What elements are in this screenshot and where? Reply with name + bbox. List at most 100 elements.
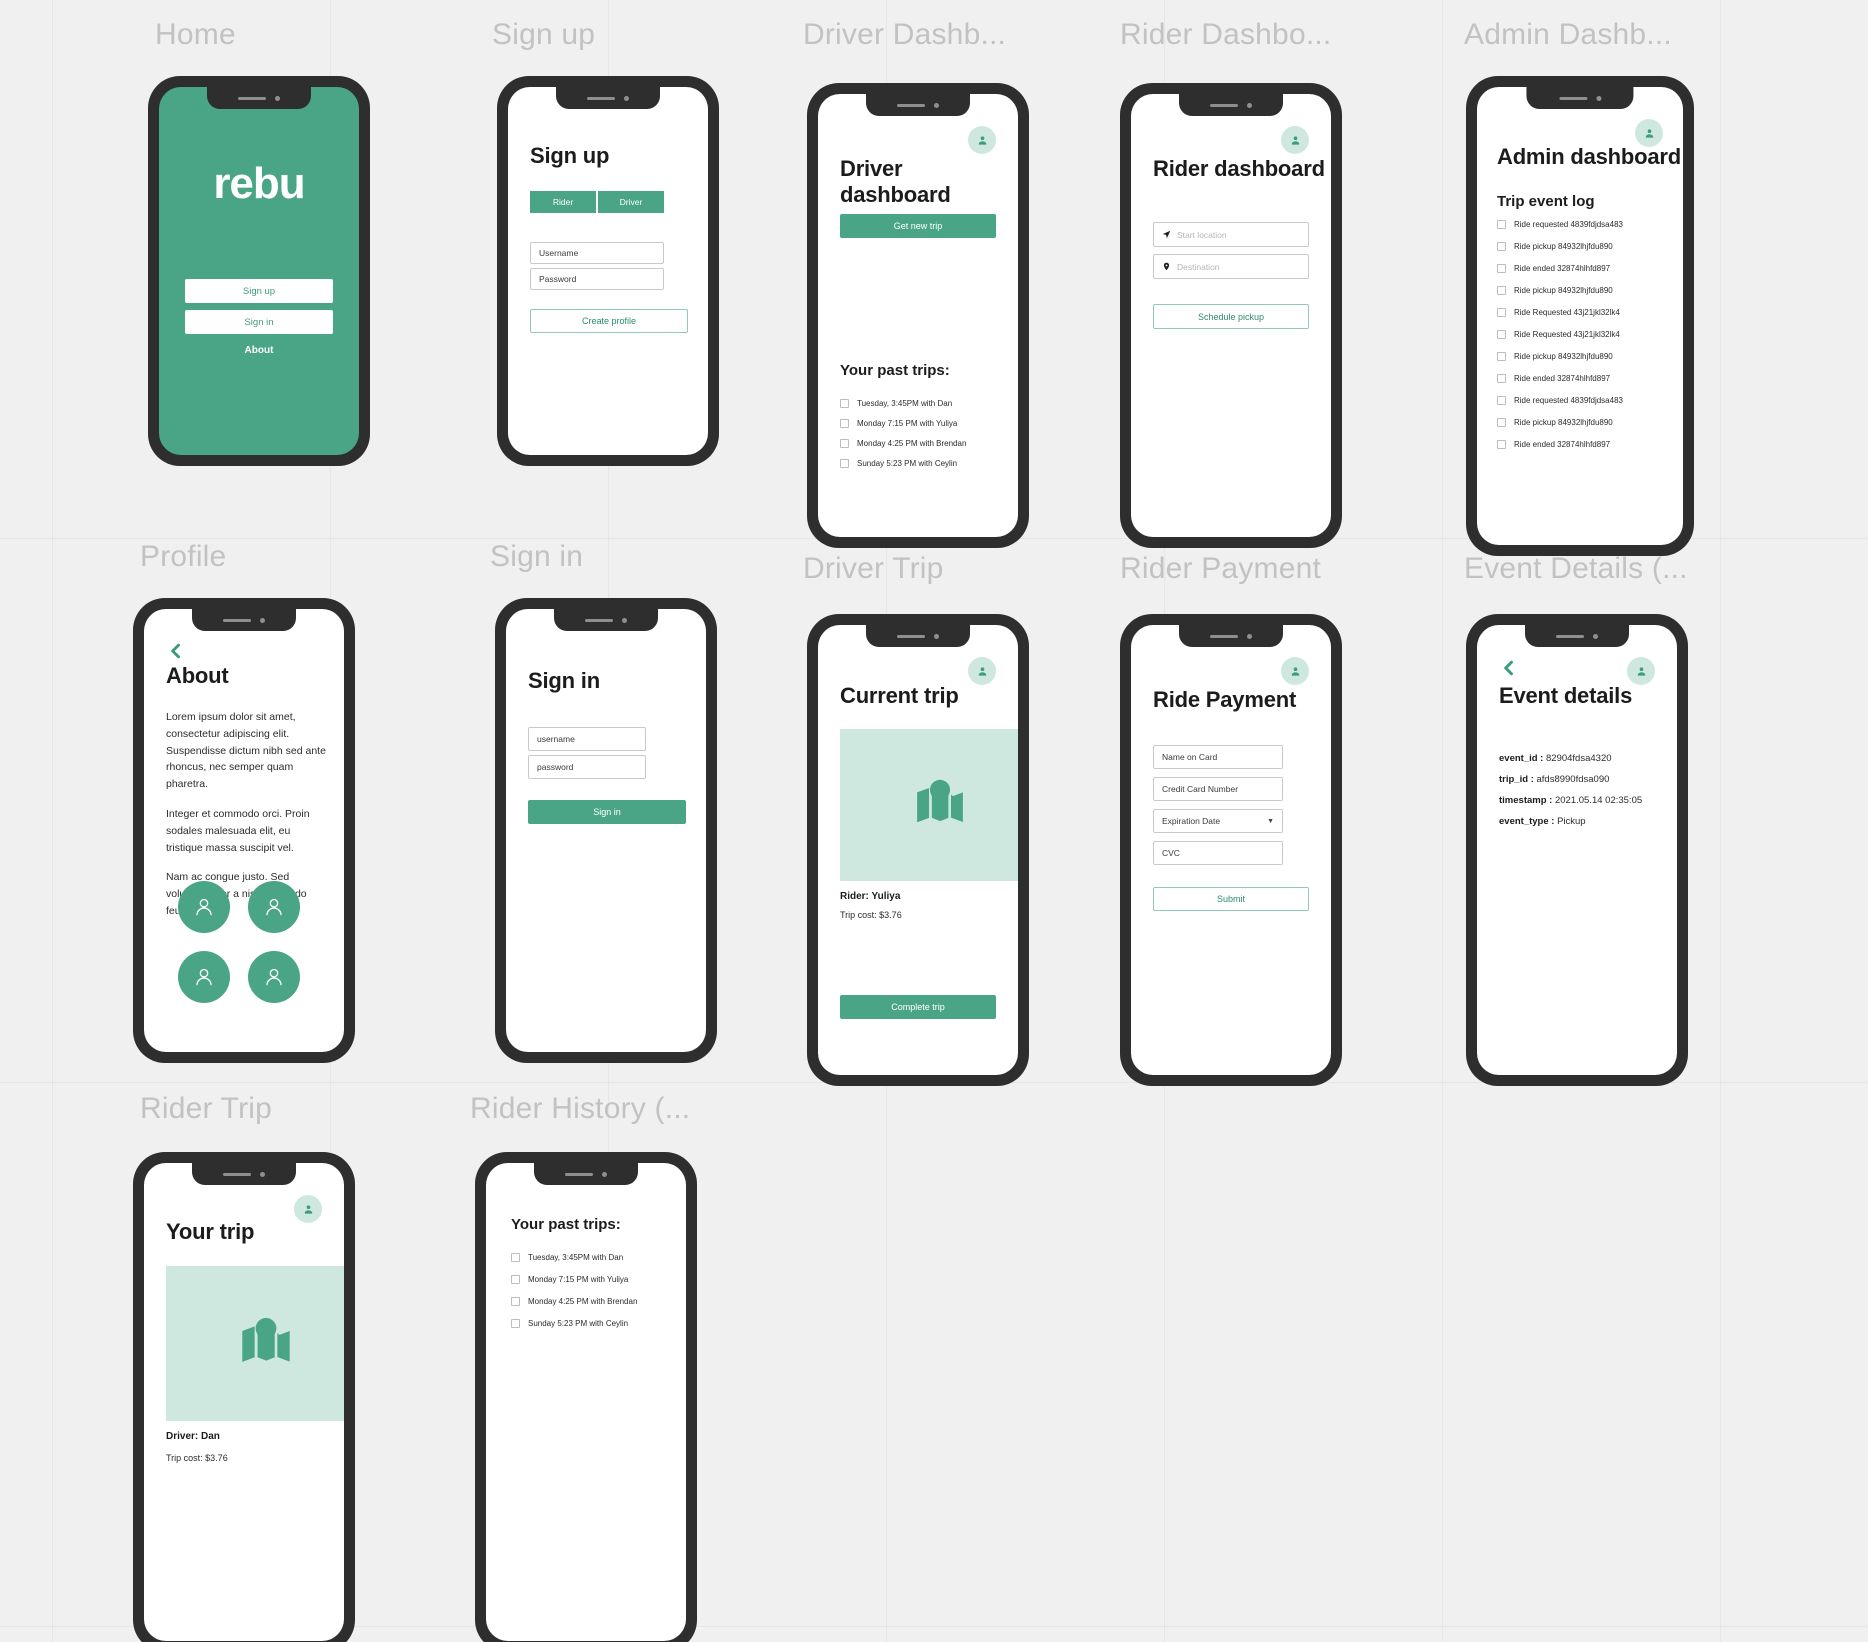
avatar[interactable]: [248, 951, 300, 1003]
artboard-title-signup[interactable]: Sign up: [492, 18, 595, 52]
profile-avatar-button[interactable]: [968, 126, 996, 154]
back-chevron-icon[interactable]: [166, 641, 186, 665]
checkbox-icon[interactable]: [1497, 308, 1506, 317]
profile-avatar-button[interactable]: [1281, 657, 1309, 685]
list-item[interactable]: Ride requested 4839fdjdsa483: [1497, 396, 1671, 405]
screen-signup: Sign up Rider Driver Username Password C…: [508, 87, 708, 455]
list-item[interactable]: Monday 7:15 PM with Yuliya: [840, 419, 1000, 428]
artboard-title-rider-dashboard[interactable]: Rider Dashbo...: [1120, 18, 1331, 52]
create-profile-button[interactable]: Create profile: [530, 309, 688, 333]
list-item[interactable]: Monday 4:25 PM with Brendan: [511, 1297, 672, 1306]
list-item-label: Ride pickup 84932lhjfdu890: [1514, 418, 1613, 427]
speaker-icon: [1556, 634, 1584, 638]
credit-card-number-field[interactable]: Credit Card Number: [1153, 777, 1283, 801]
speaker-icon: [238, 96, 266, 100]
list-item[interactable]: Ride ended 32874hlhfd897: [1497, 374, 1671, 383]
artboard-title-admin-dashboard[interactable]: Admin Dashb...: [1464, 18, 1672, 52]
artboard-title-profile[interactable]: Profile: [140, 540, 226, 574]
list-item[interactable]: Ride Requested 43j21jkl32lk4: [1497, 330, 1671, 339]
list-item[interactable]: Ride requested 4839fdjdsa483: [1497, 220, 1671, 229]
map-preview[interactable]: [166, 1266, 344, 1421]
phone-notch: [1179, 625, 1283, 647]
list-item[interactable]: Ride ended 32874hlhfd897: [1497, 440, 1671, 449]
profile-avatar-button[interactable]: [1281, 126, 1309, 154]
artboard-title-rider-payment[interactable]: Rider Payment: [1120, 552, 1321, 586]
detail-key: event_type :: [1499, 816, 1555, 827]
cvc-field[interactable]: CVC: [1153, 841, 1283, 865]
artboard-title-rider-history[interactable]: Rider History (...: [470, 1092, 690, 1126]
speaker-icon: [585, 618, 613, 622]
checkbox-icon[interactable]: [1497, 330, 1506, 339]
artboard-title-home[interactable]: Home: [155, 18, 236, 52]
password-field[interactable]: password: [528, 755, 646, 779]
checkbox-icon[interactable]: [1497, 220, 1506, 229]
list-item[interactable]: Sunday 5:23 PM with Ceylin: [840, 459, 1000, 468]
checkbox-icon[interactable]: [1497, 352, 1506, 361]
camera-icon: [624, 95, 629, 101]
tab-rider[interactable]: Rider: [530, 191, 596, 213]
checkbox-icon[interactable]: [840, 459, 849, 468]
username-field[interactable]: Username: [530, 242, 664, 264]
checkbox-icon[interactable]: [840, 399, 849, 408]
checkbox-icon[interactable]: [1497, 396, 1506, 405]
checkbox-icon[interactable]: [1497, 242, 1506, 251]
checkbox-icon[interactable]: [1497, 440, 1506, 449]
password-field[interactable]: Password: [530, 268, 664, 290]
list-item[interactable]: Ride Requested 43j21jkl32lk4: [1497, 308, 1671, 317]
back-chevron-icon[interactable]: [1499, 658, 1519, 683]
get-new-trip-button[interactable]: Get new trip: [840, 214, 996, 238]
camera-icon: [260, 617, 265, 623]
complete-trip-button[interactable]: Complete trip: [840, 995, 996, 1019]
list-item[interactable]: Monday 7:15 PM with Yuliya: [511, 1275, 672, 1284]
destination-field[interactable]: Destination: [1153, 254, 1309, 279]
name-on-card-field[interactable]: Name on Card: [1153, 745, 1283, 769]
profile-avatar-button[interactable]: [1635, 119, 1663, 147]
sign-up-button[interactable]: Sign up: [185, 279, 333, 303]
detail-value: afds8990fdsa090: [1536, 774, 1610, 785]
artboard-title-driver-trip[interactable]: Driver Trip: [803, 552, 944, 586]
checkbox-icon[interactable]: [840, 419, 849, 428]
credit-card-number-placeholder: Credit Card Number: [1162, 784, 1239, 794]
expiration-date-select[interactable]: Expiration Date ▼: [1153, 809, 1283, 833]
schedule-pickup-button[interactable]: Schedule pickup: [1153, 304, 1309, 329]
list-item[interactable]: Ride pickup 84932lhjfdu890: [1497, 286, 1671, 295]
submit-payment-button[interactable]: Submit: [1153, 887, 1309, 911]
sign-in-button[interactable]: Sign in: [185, 310, 333, 334]
checkbox-icon[interactable]: [511, 1297, 520, 1306]
checkbox-icon[interactable]: [1497, 264, 1506, 273]
username-field[interactable]: username: [528, 727, 646, 751]
artboard-title-rider-trip[interactable]: Rider Trip: [140, 1092, 272, 1126]
list-item[interactable]: Ride pickup 84932lhjfdu890: [1497, 242, 1671, 251]
list-item[interactable]: Monday 4:25 PM with Brendan: [840, 439, 1000, 448]
list-item[interactable]: Sunday 5:23 PM with Ceylin: [511, 1319, 672, 1328]
artboard-title-signin[interactable]: Sign in: [490, 540, 583, 574]
artboard-title-driver-dashboard[interactable]: Driver Dashb...: [803, 18, 1006, 52]
artboard-title-event-details[interactable]: Event Details (...: [1464, 552, 1688, 586]
checkbox-icon[interactable]: [511, 1275, 520, 1284]
checkbox-icon[interactable]: [1497, 286, 1506, 295]
start-location-field[interactable]: Start location: [1153, 222, 1309, 247]
list-item[interactable]: Tuesday, 3:45PM with Dan: [840, 399, 1000, 408]
profile-avatar-button[interactable]: [294, 1195, 322, 1223]
checkbox-icon[interactable]: [1497, 374, 1506, 383]
checkbox-icon[interactable]: [511, 1253, 520, 1262]
profile-avatar-button[interactable]: [968, 657, 996, 685]
avatar[interactable]: [178, 951, 230, 1003]
list-item[interactable]: Ride ended 32874hlhfd897: [1497, 264, 1671, 273]
checkbox-icon[interactable]: [840, 439, 849, 448]
profile-avatar-button[interactable]: [1627, 657, 1655, 685]
list-item[interactable]: Tuesday, 3:45PM with Dan: [511, 1253, 672, 1262]
list-item-label: Ride pickup 84932lhjfdu890: [1514, 352, 1613, 361]
about-link[interactable]: About: [185, 345, 333, 356]
map-preview[interactable]: [840, 729, 1018, 881]
avatar[interactable]: [178, 881, 230, 933]
list-item[interactable]: Ride pickup 84932lhjfdu890: [1497, 352, 1671, 361]
list-item[interactable]: Ride pickup 84932lhjfdu890: [1497, 418, 1671, 427]
screen-rider-payment: Ride Payment Name on Card Credit Card Nu…: [1131, 625, 1331, 1075]
list-item-label: Ride ended 32874hlhfd897: [1514, 374, 1611, 383]
avatar[interactable]: [248, 881, 300, 933]
checkbox-icon[interactable]: [1497, 418, 1506, 427]
checkbox-icon[interactable]: [511, 1319, 520, 1328]
sign-in-button[interactable]: Sign in: [528, 800, 686, 824]
tab-driver[interactable]: Driver: [596, 191, 664, 213]
